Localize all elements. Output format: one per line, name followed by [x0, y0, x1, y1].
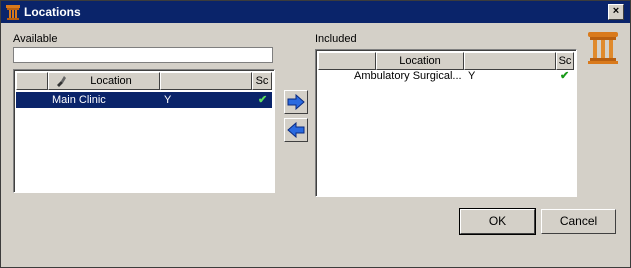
- available-label: Available: [13, 33, 58, 45]
- locations-dialog: Locations × Available Location Sc Main C…: [0, 0, 631, 268]
- remove-left-button[interactable]: [284, 118, 308, 142]
- available-col-blank[interactable]: [16, 72, 48, 90]
- available-filter-input[interactable]: [13, 47, 273, 63]
- included-list[interactable]: Location Sc Ambulatory Surgical... Y ✔: [315, 49, 577, 197]
- included-row-ambulatory[interactable]: Ambulatory Surgical... Y ✔: [318, 68, 574, 84]
- flashlight-icon: [57, 76, 66, 87]
- available-col-extra[interactable]: [160, 72, 252, 90]
- available-col-location[interactable]: Location: [48, 72, 160, 90]
- row-flag: Y: [164, 94, 172, 106]
- available-list[interactable]: Location Sc Main Clinic Y ✔: [13, 69, 275, 193]
- window-title: Locations: [24, 5, 81, 19]
- close-icon[interactable]: ×: [608, 4, 624, 20]
- available-col-sc[interactable]: Sc: [252, 72, 272, 90]
- row-flag: Y: [468, 70, 476, 82]
- ok-button[interactable]: OK: [459, 208, 536, 235]
- title-bar[interactable]: Locations ×: [1, 1, 630, 23]
- pillar-logo-icon: [588, 32, 618, 64]
- included-label: Included: [315, 33, 357, 45]
- arrow-left-icon: [287, 122, 305, 138]
- available-row-main-clinic[interactable]: Main Clinic Y ✔: [16, 92, 272, 108]
- check-icon: ✔: [258, 94, 268, 106]
- check-icon: ✔: [560, 70, 570, 82]
- row-location: Main Clinic: [52, 94, 106, 106]
- cancel-button[interactable]: Cancel: [541, 209, 616, 234]
- add-right-button[interactable]: [284, 90, 308, 114]
- arrow-right-icon: [287, 94, 305, 110]
- app-pillar-icon: [6, 5, 20, 20]
- row-location: Ambulatory Surgical...: [354, 70, 462, 82]
